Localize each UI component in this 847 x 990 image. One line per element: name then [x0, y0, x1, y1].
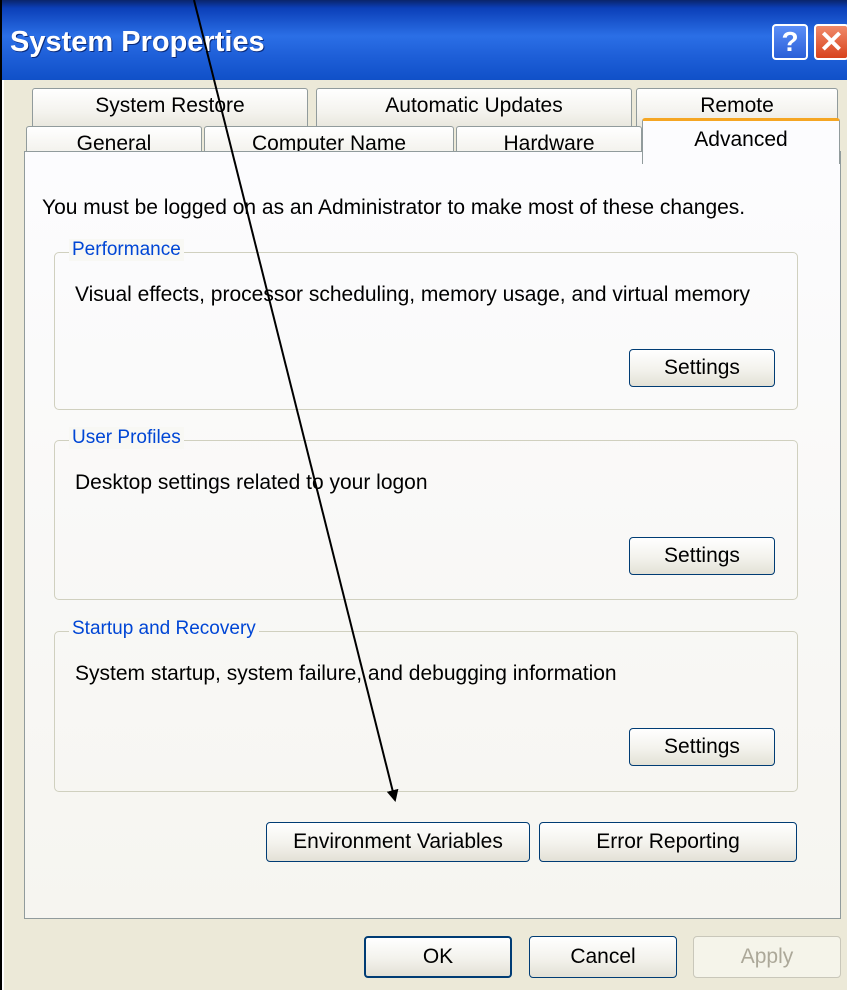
close-button[interactable]: ✕: [814, 24, 847, 60]
error-reporting-button[interactable]: Error Reporting: [539, 822, 797, 862]
environment-variables-button[interactable]: Environment Variables: [266, 822, 530, 862]
performance-group: Performance Visual effects, processor sc…: [54, 239, 798, 410]
apply-button[interactable]: Apply: [693, 936, 841, 978]
user-profiles-settings-button[interactable]: Settings: [629, 537, 775, 575]
user-profiles-group: User Profiles Desktop settings related t…: [54, 427, 798, 600]
help-button[interactable]: ?: [772, 24, 808, 60]
performance-group-title: Performance: [69, 239, 184, 261]
user-profiles-group-title: User Profiles: [69, 427, 184, 449]
help-icon: ?: [781, 26, 799, 57]
administrator-notice: You must be logged on as an Administrato…: [42, 196, 746, 219]
tab-automatic-updates[interactable]: Automatic Updates: [316, 88, 632, 128]
startup-recovery-description: System startup, system failure, and debu…: [75, 662, 617, 685]
performance-description: Visual effects, processor scheduling, me…: [75, 283, 751, 306]
tab-system-restore[interactable]: System Restore: [32, 88, 308, 128]
window-title: System Properties: [10, 26, 265, 58]
performance-settings-button[interactable]: Settings: [629, 349, 775, 387]
startup-recovery-settings-button[interactable]: Settings: [629, 728, 775, 766]
tab-advanced[interactable]: Advanced: [642, 118, 840, 164]
startup-recovery-group: Startup and Recovery System startup, sys…: [54, 618, 798, 792]
system-properties-window: System Properties ? ✕ System Restore Aut…: [0, 0, 847, 990]
title-bar[interactable]: System Properties ? ✕: [2, 0, 847, 80]
close-icon: ✕: [818, 25, 845, 59]
user-profiles-description: Desktop settings related to your logon: [75, 471, 428, 494]
cancel-button[interactable]: Cancel: [529, 936, 677, 978]
startup-recovery-group-title: Startup and Recovery: [69, 618, 259, 640]
ok-button[interactable]: OK: [364, 936, 512, 978]
